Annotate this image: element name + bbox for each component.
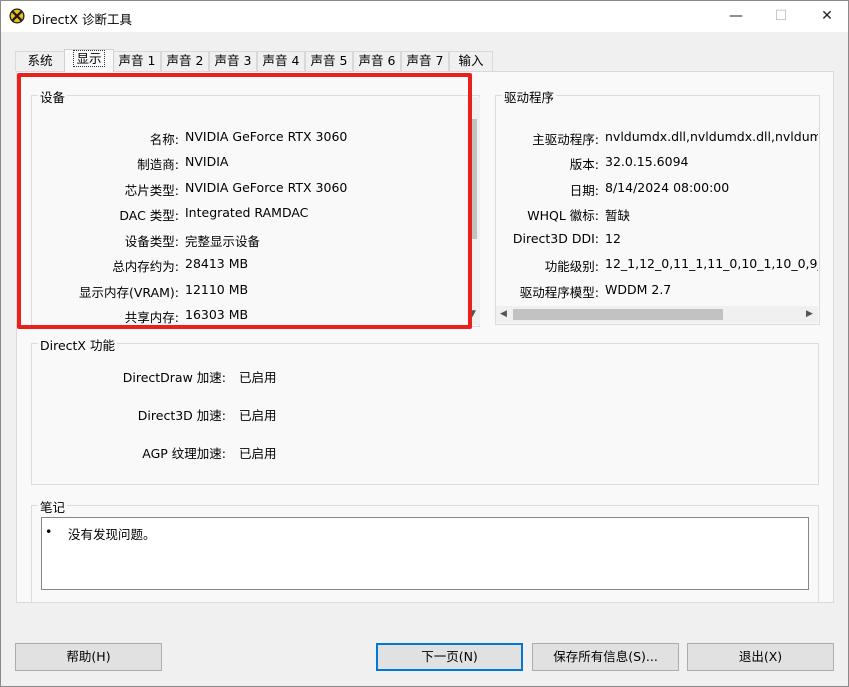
device-type-label: 设备类型:: [124, 234, 179, 249]
exit-button[interactable]: 退出(X): [687, 643, 834, 671]
device-name-label: 名称:: [149, 132, 179, 147]
main-driver-value: nvldumdx.dll,nvldumdx.dll,nvldumdx.d: [605, 129, 818, 144]
d3d-ddi-label: Direct3D DDI:: [512, 231, 599, 246]
tab-sound-5[interactable]: 声音 5: [305, 51, 353, 71]
directx-app-icon: [9, 8, 25, 24]
whql-label: WHQL 徽标:: [527, 208, 599, 223]
device-scrollbar[interactable]: ▼: [467, 97, 480, 325]
vram-label: 显示内存(VRAM):: [78, 285, 179, 300]
device-group-title: 设备: [38, 87, 68, 106]
minimize-button[interactable]: —: [713, 1, 759, 32]
directx-features-title: DirectX 功能: [38, 335, 117, 354]
agp-texture-accel-label: AGP 纹理加速:: [142, 446, 226, 461]
close-button[interactable]: ✕: [804, 1, 849, 32]
tab-sound-3[interactable]: 声音 3: [209, 51, 257, 71]
tab-sound-7[interactable]: 声音 7: [401, 51, 449, 71]
driver-scrollbar-thumb[interactable]: [513, 309, 723, 320]
notes-title: 笔记: [38, 497, 68, 516]
driver-info-list: 主驱动程序: nvldumdx.dll,nvldumdx.dll,nvldumd…: [496, 101, 818, 311]
manufacturer-value: NVIDIA: [185, 154, 229, 169]
scroll-right-arrow-icon[interactable]: ▶: [806, 309, 813, 319]
total-memory-label: 总内存约为:: [112, 259, 179, 274]
title-bar: DirectX 诊断工具 — ☐ ✕: [1, 1, 848, 32]
scroll-down-arrow-icon[interactable]: ▼: [469, 309, 476, 319]
agp-texture-accel-value: 已启用: [239, 446, 277, 461]
date-label: 日期:: [569, 183, 599, 198]
dac-type-label: DAC 类型:: [119, 208, 179, 223]
feature-levels-value: 12_1,12_0,11_1,11_0,10_1,10_0,9_3,9_2: [605, 256, 818, 271]
notes-bullet: •: [45, 524, 53, 539]
chip-type-value: NVIDIA GeForce RTX 3060: [185, 180, 348, 195]
help-button[interactable]: 帮助(H): [15, 643, 162, 671]
driver-horizontal-scrollbar[interactable]: ◀ ▶: [496, 306, 818, 323]
shared-memory-value: 16303 MB: [185, 307, 249, 322]
device-name-value: NVIDIA GeForce RTX 3060: [185, 129, 348, 144]
tab-sound-2[interactable]: 声音 2: [161, 51, 209, 71]
vram-value: 12110 MB: [185, 282, 249, 297]
direct3d-accel-value: 已启用: [239, 408, 277, 423]
directx-diagnostic-window: DirectX 诊断工具 — ☐ ✕ 系统 显示 声音 1 声音 2 声音 3 …: [0, 0, 849, 687]
total-memory-value: 28413 MB: [185, 256, 249, 271]
tab-display[interactable]: 显示: [64, 49, 114, 72]
tab-input[interactable]: 输入: [449, 51, 493, 71]
notes-textbox[interactable]: • 没有发现问题。: [41, 517, 809, 590]
manufacturer-label: 制造商:: [137, 157, 179, 172]
feature-levels-label: 功能级别:: [544, 259, 599, 274]
tab-system[interactable]: 系统: [15, 51, 65, 71]
window-title: DirectX 诊断工具: [32, 12, 132, 27]
next-page-button[interactable]: 下一页(N): [376, 643, 523, 671]
whql-value: 暂缺: [605, 208, 631, 223]
driver-model-label: 驱动程序模型:: [519, 285, 599, 300]
directdraw-accel-label: DirectDraw 加速:: [122, 370, 226, 385]
shared-memory-label: 共享内存:: [124, 310, 179, 325]
date-value: 8/14/2024 08:00:00: [605, 180, 730, 195]
save-all-info-button[interactable]: 保存所有信息(S)...: [532, 643, 679, 671]
direct3d-accel-label: Direct3D 加速:: [137, 408, 226, 423]
d3d-ddi-value: 12: [605, 231, 621, 246]
tab-sound-1[interactable]: 声音 1: [113, 51, 161, 71]
dac-type-value: Integrated RAMDAC: [185, 205, 309, 220]
device-type-value: 完整显示设备: [185, 234, 261, 249]
driver-model-value: WDDM 2.7: [605, 282, 672, 297]
tab-sound-4[interactable]: 声音 4: [257, 51, 305, 71]
main-driver-label: 主驱动程序:: [532, 132, 599, 147]
device-scrollbar-thumb[interactable]: [470, 119, 477, 239]
chip-type-label: 芯片类型:: [124, 183, 179, 198]
notes-item: 没有发现问题。: [68, 527, 156, 542]
version-value: 32.0.15.6094: [605, 154, 689, 169]
scroll-left-arrow-icon[interactable]: ◀: [500, 309, 507, 319]
tab-sound-6[interactable]: 声音 6: [353, 51, 401, 71]
maximize-button[interactable]: ☐: [758, 1, 804, 32]
directdraw-accel-value: 已启用: [239, 370, 277, 385]
version-label: 版本:: [569, 157, 599, 172]
